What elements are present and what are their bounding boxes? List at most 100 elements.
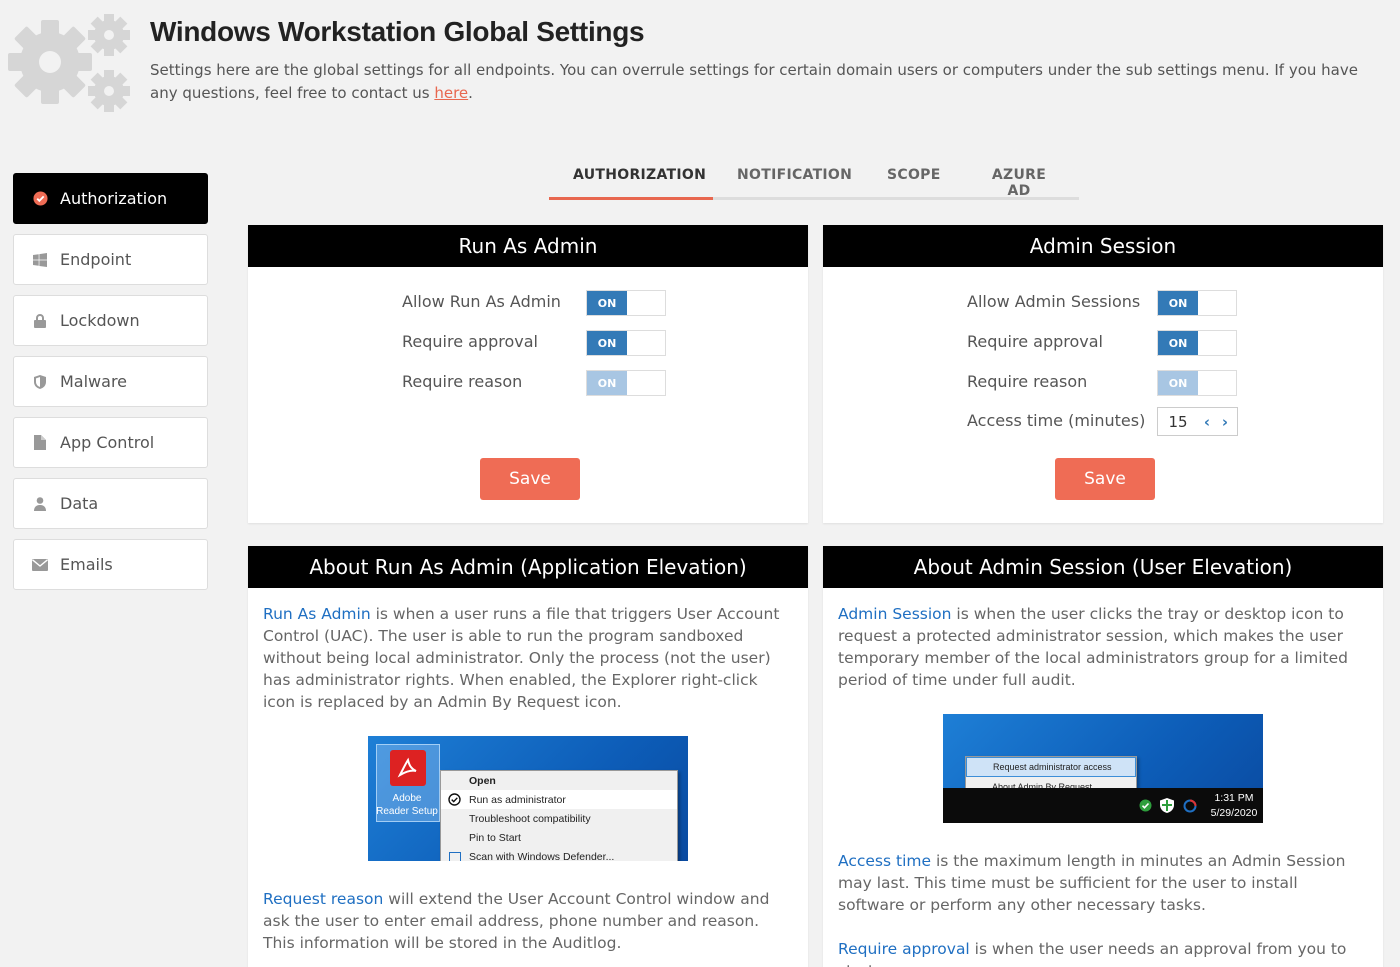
menu-item: Scan with Windows Defender... [441,847,677,861]
menu-item: Troubleshoot compatibility [469,812,591,825]
icon-label-line: Reader Setup [376,806,438,817]
sidebar-item-label: Lockdown [60,311,140,330]
menu-item: Open [469,774,496,787]
context-menu: Open Run as administrator Troubleshoot c… [440,770,678,861]
run-as-admin-card: Run As Admin Allow Run As Admin ON Requi… [248,225,808,523]
description-text: Settings here are the global settings fo… [150,61,1358,102]
adobe-reader-icon [390,750,426,786]
icon-label-line: Adobe [392,793,422,804]
tab-authorization[interactable]: AUTHORIZATION [549,159,713,200]
file-icon [32,435,48,451]
check-circle-icon [448,793,461,806]
run-as-admin-screenshot: Adobe Reader Setup Open Run as administr… [368,736,688,861]
sidebar-item-app-control[interactable]: App Control [13,417,208,468]
clock-time: 1:31 PM [1214,792,1254,804]
page-description: Settings here are the global settings fo… [150,59,1380,105]
sidebar-item-emails[interactable]: Emails [13,539,208,590]
sidebar: Authorization Endpoint Lockdown Malware … [13,173,208,600]
sidebar-item-data[interactable]: Data [13,478,208,529]
about-admin-session-card: About Admin Session (User Elevation) Adm… [823,546,1383,967]
save-button[interactable]: Save [480,458,580,500]
setting-label: Allow Run As Admin [402,292,561,311]
card-title: About Run As Admin (Application Elevatio… [248,546,808,588]
card-title: Admin Session [823,225,1383,267]
toggle-state: ON [587,331,627,355]
term: Run As Admin [263,605,371,623]
chevron-left-icon[interactable]: ‹ [1198,413,1216,431]
setting-label: Require approval [402,332,538,351]
toggle-state: ON [1158,331,1198,355]
menu-item-label: Run as administrator [469,793,566,806]
tab-azure-ad[interactable]: AZURE AD [959,159,1079,200]
lock-icon [32,313,48,329]
description-end: . [468,84,473,102]
sidebar-item-endpoint[interactable]: Endpoint [13,234,208,285]
admin-session-screenshot: Request administrator access About Admin… [943,714,1263,823]
require-reason-toggle[interactable]: ON [1157,370,1237,396]
about-paragraph: Run As Admin is when a user runs a file … [263,603,788,713]
sidebar-item-label: Malware [60,372,128,391]
defender-icon [449,852,461,861]
about-paragraph: Require approval is when the user needs … [838,938,1363,967]
windows-icon [32,252,48,268]
tab-scope[interactable]: SCOPE [863,159,959,200]
card-title: About Admin Session (User Elevation) [823,546,1383,588]
sidebar-item-label: Endpoint [60,250,132,269]
access-time-stepper: ‹ › [1157,407,1238,436]
card-title: Run As Admin [248,225,808,267]
setting-label: Allow Admin Sessions [967,292,1141,311]
toggle-state: ON [587,371,627,395]
sidebar-item-label: App Control [60,433,155,452]
term: Access time [838,852,932,870]
about-run-as-admin-card: About Run As Admin (Application Elevatio… [248,546,808,967]
page-title: Windows Workstation Global Settings [150,16,645,47]
shield-icon [1160,798,1174,813]
setting-label: Require reason [402,372,523,391]
chevron-right-icon[interactable]: › [1216,413,1234,431]
sidebar-item-label: Emails [60,555,113,574]
setting-label: Require approval [967,332,1103,351]
require-reason-toggle[interactable]: ON [586,370,666,396]
toggle-state: ON [1158,291,1198,315]
allow-admin-sessions-toggle[interactable]: ON [1157,290,1237,316]
require-approval-toggle[interactable]: ON [1157,330,1237,356]
settings-gears-icon [8,14,130,112]
sidebar-item-lockdown[interactable]: Lockdown [13,295,208,346]
sidebar-item-label: Authorization [60,189,168,208]
sync-icon [1183,799,1197,813]
menu-item: Pin to Start [469,831,521,844]
sidebar-item-label: Data [60,494,99,513]
access-time-input[interactable] [1158,412,1198,431]
menu-item: Request administrator access [966,757,1136,777]
setting-label: Access time (minutes) [967,411,1146,430]
envelope-icon [32,557,48,573]
user-icon [32,496,48,512]
allow-run-as-admin-toggle[interactable]: ON [586,290,666,316]
term: Require approval [838,940,970,958]
contact-link[interactable]: here [434,84,468,102]
menu-item-label: Scan with Windows Defender... [469,850,615,862]
menu-item: Run as administrator [441,790,677,809]
sidebar-item-authorization[interactable]: Authorization [13,173,208,224]
about-paragraph: Admin Session is when the user clicks th… [838,603,1363,691]
tab-notification[interactable]: NOTIFICATION [713,159,863,200]
sidebar-item-malware[interactable]: Malware [13,356,208,407]
taskbar: 1:31 PM 5/29/2020 [943,788,1263,823]
about-paragraph: Access time is the maximum length in min… [838,850,1363,916]
clock-date: 5/29/2020 [1210,807,1258,819]
settings-tabs: AUTHORIZATION NOTIFICATION SCOPE AZURE A… [549,159,1079,200]
require-approval-toggle[interactable]: ON [586,330,666,356]
about-paragraph: Request reason will extend the User Acco… [263,888,788,954]
shield-icon [32,374,48,390]
setting-label: Require reason [967,372,1088,391]
check-circle-icon [32,191,48,207]
check-circle-icon [1139,799,1152,812]
toggle-state: ON [1158,371,1198,395]
toggle-state: ON [587,291,627,315]
save-button[interactable]: Save [1055,458,1155,500]
term: Admin Session [838,605,952,623]
term: Request reason [263,890,384,908]
admin-session-card: Admin Session Allow Admin Sessions ON Re… [823,225,1383,523]
tray-clock: 1:31 PM 5/29/2020 [1205,791,1263,821]
desktop-icon-label: Adobe Reader Setup [376,792,438,818]
